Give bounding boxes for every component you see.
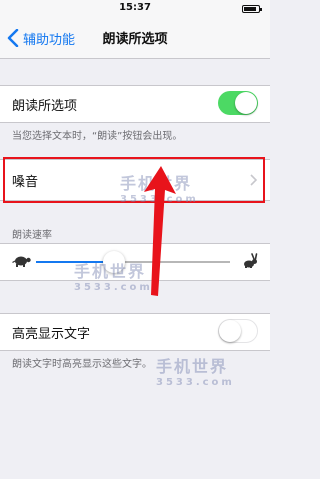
speak-selection-label: 朗读所选项 [12, 99, 78, 114]
slider-fill [36, 261, 114, 263]
watermark-logo: 手机世界 3533.com [156, 357, 235, 388]
highlight-words-toggle[interactable] [218, 319, 258, 343]
speaking-rate-header: 朗读速率 [12, 230, 52, 241]
highlight-words-row: 高亮显示文字 [0, 313, 270, 351]
speaking-rate-slider[interactable] [36, 261, 230, 263]
speak-selection-toggle[interactable] [218, 91, 258, 115]
navigation-bar: 辅助功能 朗读所选项 [0, 18, 270, 59]
page-title: 朗读所选项 [102, 32, 168, 47]
speaking-rate-slider-row [0, 243, 270, 281]
rabbit-icon [244, 253, 258, 268]
highlight-words-footer: 朗读文字时高亮显示这些文字。 [12, 359, 152, 370]
turtle-icon [12, 256, 31, 267]
status-time: 15:37 [119, 2, 151, 13]
highlight-words-label: 高亮显示文字 [12, 327, 91, 342]
annotation-highlight-box [3, 157, 265, 203]
annotation-arrow-icon [144, 166, 176, 296]
status-bar: 15:37 [0, 0, 270, 18]
battery-icon [242, 5, 262, 13]
speaking-rate-thumb[interactable] [102, 251, 125, 273]
speak-selection-row: 朗读所选项 [0, 85, 270, 123]
toggle-knob [235, 92, 257, 114]
speak-selection-footer: 当您选择文本时，“朗读”按钮会出现。 [12, 131, 183, 142]
toggle-knob [219, 320, 241, 342]
